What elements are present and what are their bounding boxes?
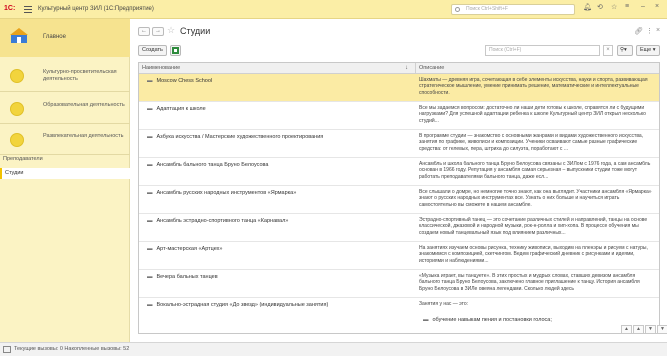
row-name: ▬ Арт-мастерская «Артцех» <box>147 246 223 252</box>
scroll-down-button[interactable]: ▼ <box>645 325 656 334</box>
status-bar: Текущие вызовы: 0 Накопленные вызовы: 52 <box>0 342 667 356</box>
calls-icon <box>3 346 11 353</box>
table-scroll-controls: ▲ ▲ ▼ ▼ <box>621 325 667 334</box>
spreadsheet-icon <box>172 47 179 54</box>
sidebar-item-label: Образовательная деятельность <box>43 102 125 108</box>
back-button[interactable]: ← <box>138 27 150 36</box>
page-title: Студии <box>180 26 211 36</box>
minimize-icon[interactable]: – <box>641 3 645 10</box>
history-icon[interactable]: ⟲ <box>597 3 603 11</box>
row-description: На занятиях изучаем основы рисунка, техн… <box>419 245 648 264</box>
table-row[interactable]: ▬ Ансамбль бального танца Бруно Белоусова… <box>139 158 659 186</box>
app-logo: 1С: <box>4 5 16 12</box>
app-title: Культурный центр ЗИЛ (1С:Предприятие) <box>38 6 154 12</box>
scroll-up-button[interactable]: ▲ <box>633 325 644 334</box>
scroll-top-button[interactable]: ▲ <box>621 325 632 334</box>
row-description: Шахматы — древняя игра, сочетающая в себ… <box>419 77 648 96</box>
row-description: Занятия у нас — это: <box>419 301 469 307</box>
row-description: Все слышали о домре, но немногие точно з… <box>419 189 652 208</box>
section-icon <box>10 69 24 83</box>
table-row[interactable]: ▬ Адаптация к школе Все мы задаемся вопро… <box>139 102 659 130</box>
more-vert-icon[interactable]: ⋮ <box>646 27 653 35</box>
home-icon <box>10 28 28 43</box>
clear-search-button[interactable]: × <box>603 45 613 56</box>
star-icon[interactable]: ☆ <box>611 3 617 11</box>
global-search-input[interactable]: Поиск Ctrl+Shift+F <box>451 4 575 15</box>
favorite-star-icon[interactable]: ☆ <box>167 25 175 36</box>
row-description: Ансамбль и школа бального танца Бруно Бе… <box>419 161 651 180</box>
close-form-icon[interactable]: × <box>656 27 660 34</box>
row-name: ▬ Moscow Chess School <box>147 78 213 84</box>
row-name: ▬ Вечера бальных танцев <box>147 274 218 280</box>
row-name: ▬ Вокально-эстрадная студия «До звезд» (и… <box>147 302 329 308</box>
scroll-bottom-button[interactable]: ▼ <box>657 325 667 334</box>
row-description: Все мы задаемся вопросом: достаточно ли … <box>419 105 646 124</box>
search-input[interactable]: Поиск (Ctrl+F) <box>485 45 600 56</box>
search-icon <box>455 7 460 12</box>
create-button[interactable]: Создать <box>138 45 167 56</box>
sort-down-icon[interactable]: ↓ <box>405 63 408 74</box>
row-name: ▬ Адаптация к школе <box>147 106 206 112</box>
table-row[interactable]: ▬ Азбука искусства / Мастерские художеств… <box>139 130 659 158</box>
table-header: Наименование ↓ Описание <box>139 63 659 74</box>
main-content: ← → ☆ Студии 🔗︎ ⋮ × Создать Поиск (Ctrl+… <box>131 19 667 342</box>
search-button[interactable]: ⚲▾ <box>617 45 633 56</box>
sidebar-item-education[interactable]: Образовательная деятельность <box>0 94 130 124</box>
row-name: ▬ Ансамбль русских народных инструментов … <box>147 190 297 196</box>
row-name: ▬ Азбука искусства / Мастерские художеств… <box>147 134 324 140</box>
table-row[interactable]: ▬ Ансамбль русских народных инструментов … <box>139 186 659 214</box>
table-row[interactable]: ▬ Ансамбль эстрадно-спортивного танца «Ка… <box>139 214 659 242</box>
global-search-placeholder: Поиск Ctrl+Shift+F <box>466 6 508 12</box>
sidebar-link-studios[interactable]: Студии <box>0 168 130 179</box>
section-icon <box>10 133 24 147</box>
settings-icon[interactable]: ≡ <box>625 3 629 10</box>
table-row[interactable]: ▬ Вокально-эстрадная студия «До звезд» (и… <box>139 298 659 334</box>
divider <box>0 154 130 155</box>
column-header-name[interactable]: Наименование <box>139 63 180 74</box>
row-sub-item: ▬ обучение навыкам пения и постановки гол… <box>423 317 552 323</box>
sidebar-item-entertainment[interactable]: Развлекательная деятельность <box>0 125 130 155</box>
sidebar-link-teachers[interactable]: Преподаватели <box>0 156 130 162</box>
close-icon[interactable]: × <box>655 3 659 10</box>
row-description: Эстрадно-спортивный танец — это сочетани… <box>419 217 648 236</box>
status-text: Текущие вызовы: 0 Накопленные вызовы: 52 <box>14 346 130 352</box>
excel-export-button[interactable] <box>170 45 181 56</box>
sidebar-item-label: Культурно-просветительская деятельность <box>43 69 117 82</box>
menu-icon[interactable] <box>24 5 32 13</box>
row-description: «Музыка играет, вы танцуете». В этих про… <box>419 273 640 292</box>
sidebar-item-label: Главное <box>43 34 66 40</box>
table-row[interactable]: ▬ Вечера бальных танцев «Музыка играет, в… <box>139 270 659 298</box>
more-button[interactable]: Еще ▾ <box>636 45 660 56</box>
row-name: ▬ Ансамбль эстрадно-спортивного танца «Ка… <box>147 218 289 224</box>
more-label: Еще <box>640 47 652 53</box>
column-header-description[interactable]: Описание <box>416 63 444 74</box>
sidebar-item-label: Развлекательная деятельность <box>43 133 124 139</box>
title-bar: 1С: Культурный центр ЗИЛ (1С:Предприятие… <box>0 0 667 19</box>
sidebar: Главное Культурно-просветительская деяте… <box>0 19 130 342</box>
sidebar-item-main[interactable]: Главное <box>0 19 130 57</box>
row-name: ▬ Ансамбль бального танца Бруно Белоусова <box>147 162 269 168</box>
divider <box>0 123 130 124</box>
sidebar-item-culture[interactable]: Культурно-просветительская деятельность <box>0 61 130 91</box>
row-description: В программе студии — знакомство с основн… <box>419 133 644 152</box>
studios-table: Наименование ↓ Описание ▬ Moscow Chess Sc… <box>138 62 660 334</box>
divider <box>0 91 130 92</box>
table-row[interactable]: ▬ Moscow Chess School Шахматы — древняя и… <box>139 74 659 102</box>
forward-button[interactable]: → <box>152 27 164 36</box>
table-row[interactable]: ▬ Арт-мастерская «Артцех» На занятиях изу… <box>139 242 659 270</box>
bell-icon[interactable]: 🔔︎ <box>583 3 592 11</box>
section-icon <box>10 102 24 116</box>
link-icon[interactable]: 🔗︎ <box>634 27 643 35</box>
